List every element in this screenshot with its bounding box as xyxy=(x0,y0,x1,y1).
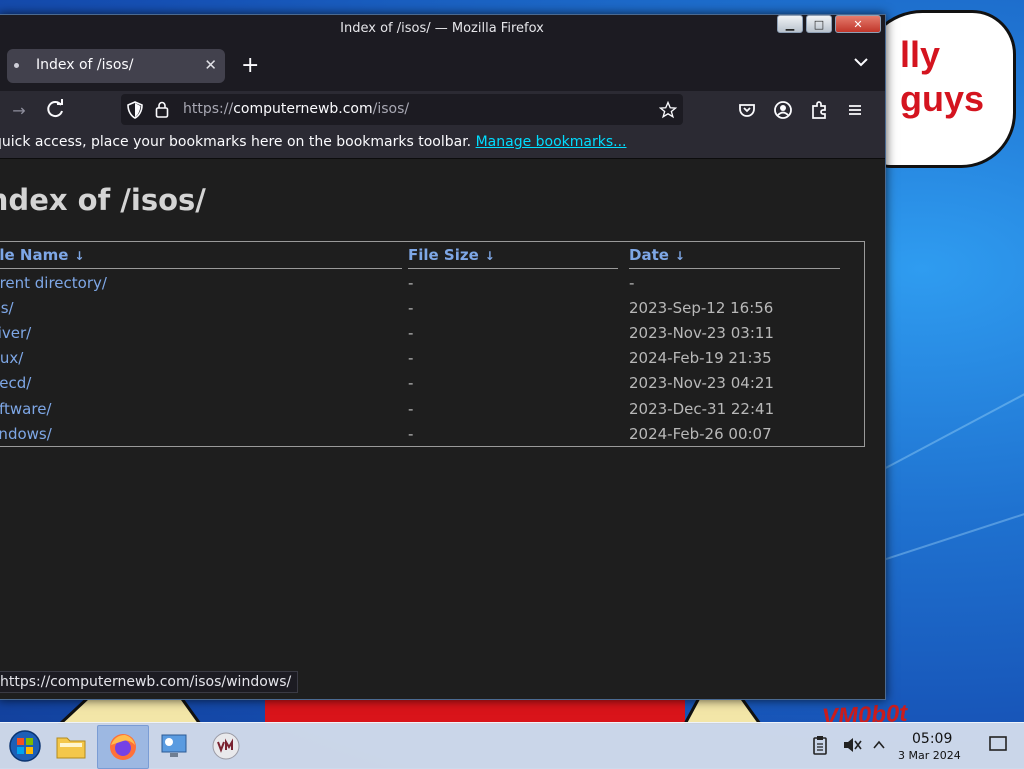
file-size: - xyxy=(408,299,414,317)
bookmarks-toolbar: quick access, place your bookmarks here … xyxy=(0,129,885,159)
forward-icon[interactable]: → xyxy=(7,98,31,122)
file-name-link[interactable]: linux/ xyxy=(0,349,23,367)
url-text[interactable]: https://computernewb.com/isos/ xyxy=(183,101,409,117)
file-name-link[interactable]: driver/ xyxy=(0,324,31,342)
lock-icon[interactable] xyxy=(155,101,169,118)
tracking-shield-icon[interactable] xyxy=(127,101,143,119)
maximize-button[interactable]: □ xyxy=(806,15,832,33)
column-header-label: File Name xyxy=(0,246,69,264)
clock-time[interactable]: 05:09 xyxy=(912,731,952,747)
file-size: - xyxy=(408,324,414,342)
file-name-link[interactable]: Parent directory/ xyxy=(0,274,107,292)
file-date: 2023-Dec-31 22:41 xyxy=(629,400,775,418)
start-orb-icon xyxy=(9,730,41,762)
list-all-tabs-icon[interactable] xyxy=(853,55,869,69)
file-size: - xyxy=(408,374,414,392)
file-date: 2024-Feb-19 21:35 xyxy=(629,349,772,367)
file-name-link[interactable]: windows/ xyxy=(0,425,52,443)
file-size: - xyxy=(408,274,414,292)
pocket-icon[interactable] xyxy=(735,98,759,122)
page-title: Index of /isos/ xyxy=(0,183,206,217)
file-date: 2023-Nov-23 04:21 xyxy=(629,374,774,392)
start-button[interactable] xyxy=(0,725,50,767)
column-header-file-name[interactable]: File Name ↓ xyxy=(0,246,402,269)
firefox-window: Index of /isos/ — Mozilla Firefox ▁ □ ✕ … xyxy=(0,14,886,700)
file-date: 2023-Sep-12 16:56 xyxy=(629,299,774,317)
taskbar: 05:09 3 Mar 2024 xyxy=(0,722,1024,769)
file-date: 2023-Nov-23 03:11 xyxy=(629,324,774,342)
wallpaper-streak xyxy=(879,507,1024,562)
tab-bar: Index of /isos/ ✕ + xyxy=(0,43,885,91)
column-header-file-size[interactable]: File Size ↓ xyxy=(408,246,618,269)
reload-icon[interactable] xyxy=(43,98,67,122)
file-name-link[interactable]: dos/ xyxy=(0,299,14,317)
hamburger-menu-icon[interactable] xyxy=(843,98,867,122)
file-date: - xyxy=(629,274,635,292)
show-desktop-icon[interactable] xyxy=(988,735,1008,753)
bookmark-star-icon[interactable] xyxy=(659,101,677,119)
clock-date[interactable]: 3 Mar 2024 xyxy=(898,749,961,762)
minimize-button[interactable]: ▁ xyxy=(777,15,803,33)
url-host: computernewb.com xyxy=(233,101,373,117)
bookmarks-toolbar-message: quick access, place your bookmarks here … xyxy=(0,134,627,150)
navigation-toolbar: → https://computernewb.com/isos/ xyxy=(0,91,885,129)
url-path: /isos/ xyxy=(372,101,410,117)
window-title: Index of /isos/ — Mozilla Firefox xyxy=(340,21,544,36)
tab-label: Index of /isos/ xyxy=(36,57,134,73)
column-header-label: Date xyxy=(629,246,669,264)
taskbar-firefox[interactable] xyxy=(97,725,149,769)
taskbar-file-manager[interactable] xyxy=(46,725,96,767)
column-header-date[interactable]: Date ↓ xyxy=(629,246,840,269)
file-name-link[interactable]: livecd/ xyxy=(0,374,31,392)
file-size: - xyxy=(408,425,414,443)
new-tab-button[interactable]: + xyxy=(241,53,259,78)
column-header-label: File Size xyxy=(408,246,479,264)
page-content: Index of /isos/ File Name ↓ File Size ↓ Da… xyxy=(0,159,885,699)
vm-app-icon xyxy=(212,732,240,760)
taskbar-system-settings[interactable] xyxy=(149,725,199,767)
tab-close-icon[interactable]: ✕ xyxy=(204,56,217,74)
bubble-text-2: guys xyxy=(900,78,985,119)
volume-muted-icon[interactable] xyxy=(842,735,862,755)
url-bar[interactable]: https://computernewb.com/isos/ xyxy=(121,94,683,125)
extensions-icon[interactable] xyxy=(807,98,831,122)
chevron-up-icon[interactable] xyxy=(872,735,886,755)
tab-favicon-icon xyxy=(14,63,19,68)
window-controls: ▁ □ ✕ xyxy=(777,15,881,33)
file-name-link[interactable]: software/ xyxy=(0,400,51,418)
tab-index-isos[interactable]: Index of /isos/ ✕ xyxy=(7,49,225,83)
bookmarks-hint-text: quick access, place your bookmarks here … xyxy=(0,134,472,150)
file-listing-table: File Name ↓ File Size ↓ Date ↓ Parent direc… xyxy=(0,241,865,447)
wallpaper-streak xyxy=(879,390,1024,472)
url-scheme: https:// xyxy=(183,101,234,117)
file-size: - xyxy=(408,400,414,418)
file-size: - xyxy=(408,349,414,367)
computer-settings-icon xyxy=(161,734,187,757)
taskbar-vm-app[interactable] xyxy=(201,725,251,767)
account-icon[interactable] xyxy=(771,98,795,122)
bubble-text-1: lly xyxy=(900,34,941,75)
file-date: 2024-Feb-26 00:07 xyxy=(629,425,772,443)
sort-arrow-icon: ↓ xyxy=(674,249,685,263)
manage-bookmarks-link[interactable]: Manage bookmarks... xyxy=(476,134,627,150)
clipboard-icon[interactable] xyxy=(812,735,828,755)
folder-icon xyxy=(56,737,86,759)
title-bar[interactable]: Index of /isos/ — Mozilla Firefox ▁ □ ✕ xyxy=(0,15,885,43)
sort-arrow-icon: ↓ xyxy=(484,249,495,263)
link-status-bar: https://computernewb.com/isos/windows/ xyxy=(0,671,299,693)
close-window-button[interactable]: ✕ xyxy=(835,15,881,33)
sort-arrow-icon: ↓ xyxy=(74,249,85,263)
firefox-icon xyxy=(110,734,136,760)
